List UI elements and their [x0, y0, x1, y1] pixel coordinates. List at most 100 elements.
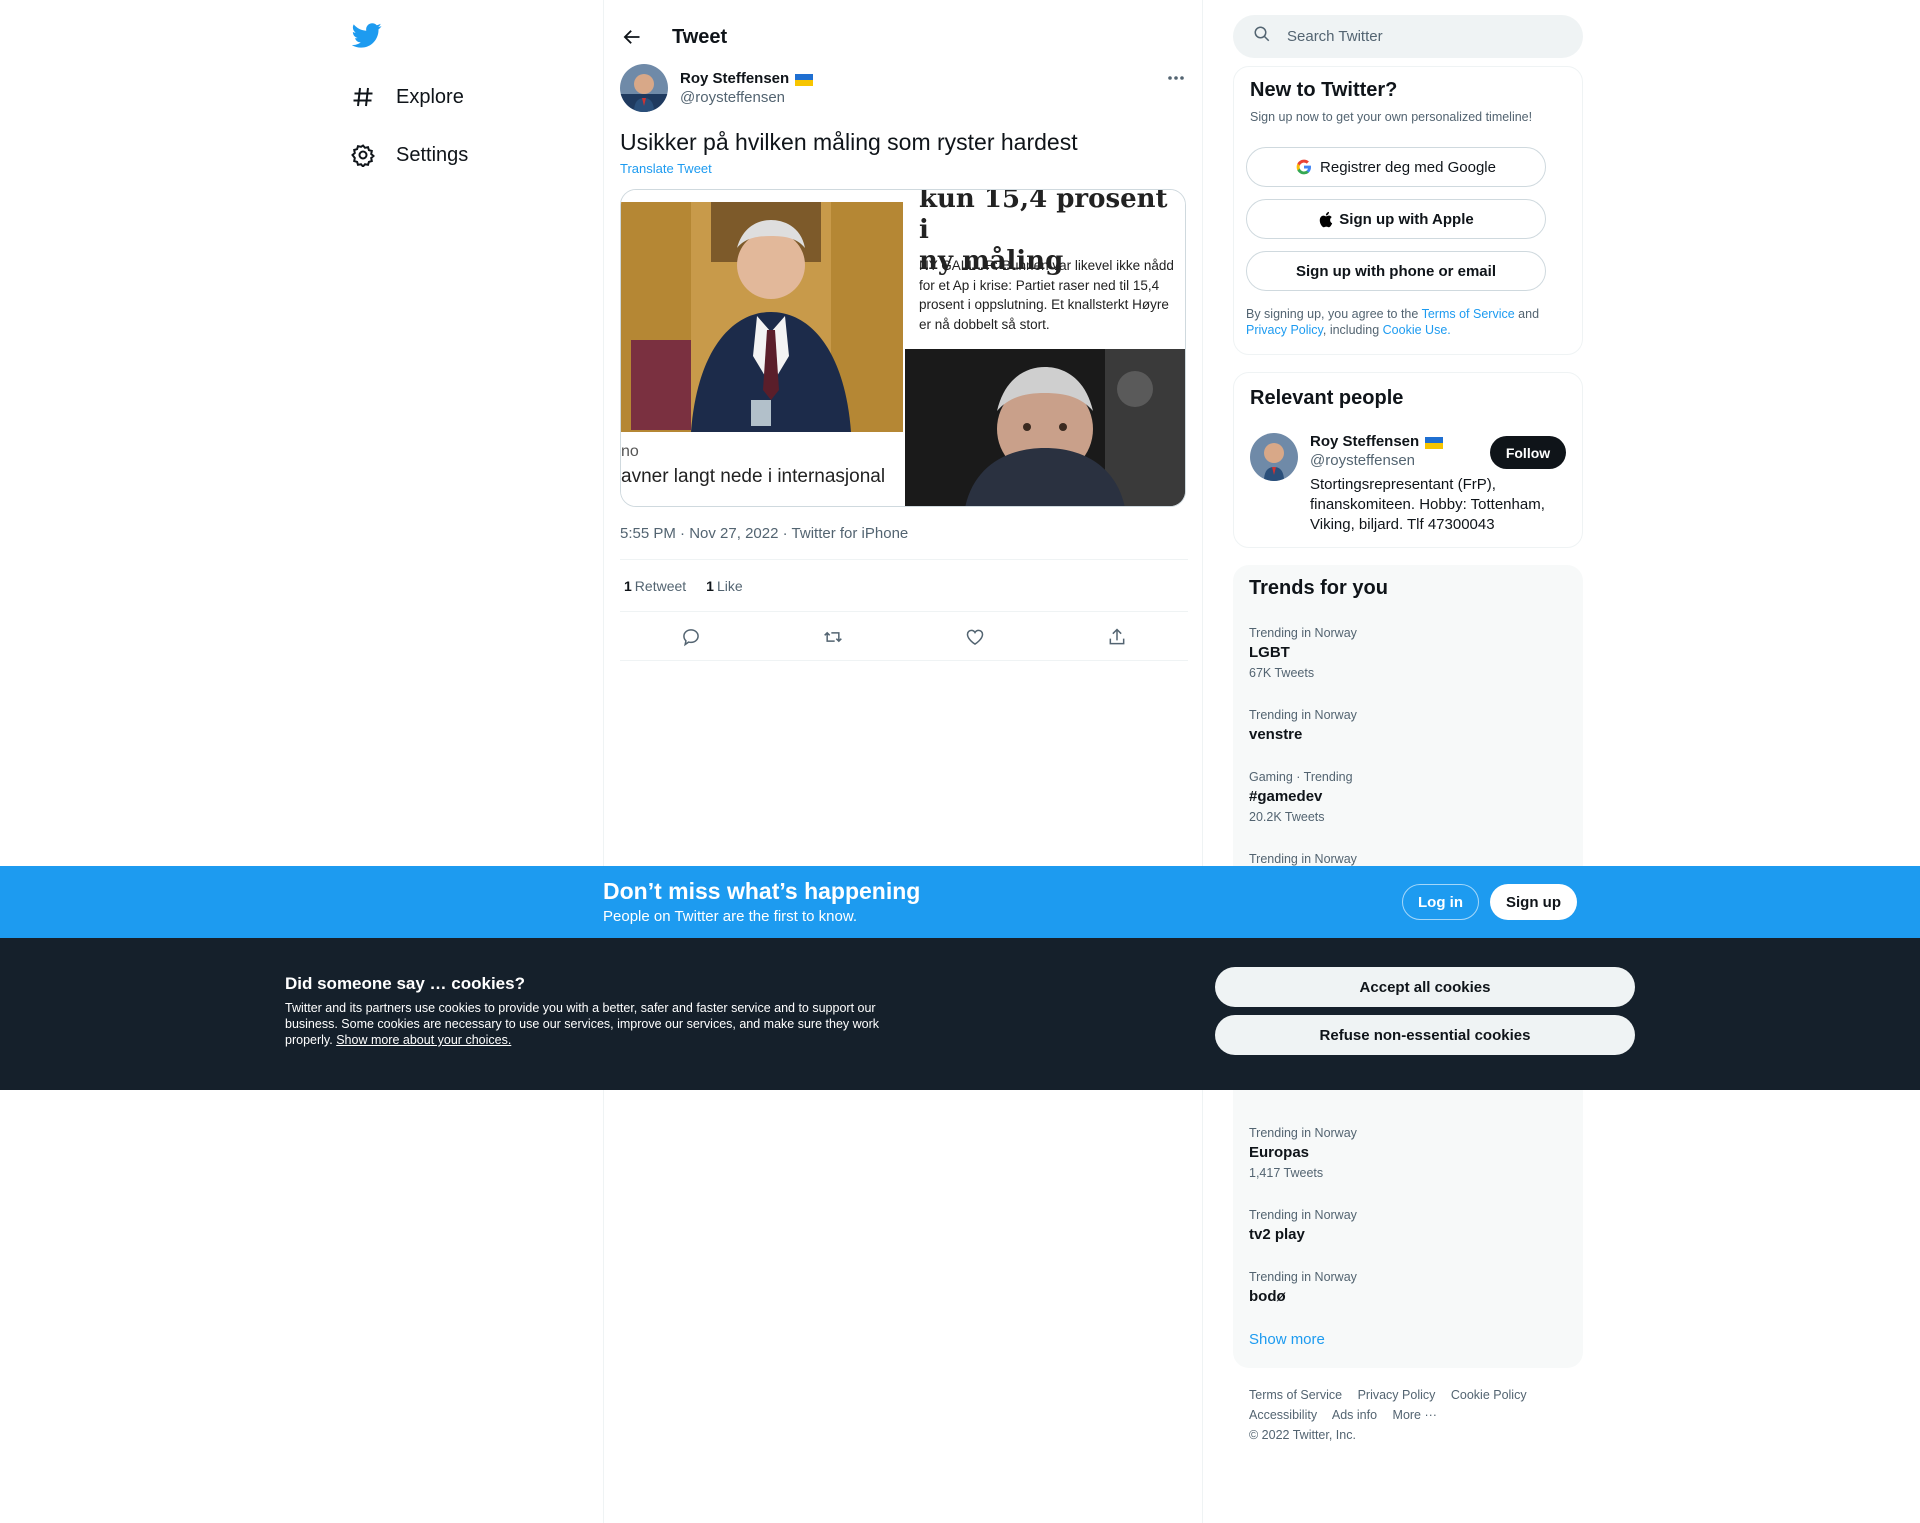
terms-of-service-link[interactable]: Terms of Service [1422, 307, 1515, 321]
translate-tweet-link[interactable]: Translate Tweet [620, 161, 712, 176]
nav-item-settings[interactable]: Settings [350, 135, 468, 175]
cookie-title: Did someone say … cookies? [285, 974, 525, 993]
show-more-link[interactable]: Show more [1249, 1331, 1325, 1348]
trend-count: 1,417 Tweets [1249, 1166, 1324, 1180]
author-handle[interactable]: @roysteffensen [680, 89, 813, 106]
media-image-left[interactable]: no avner langt nede i internasjonal [621, 190, 903, 506]
nav-item-explore[interactable]: Explore [350, 77, 464, 117]
nav-label-explore: Explore [396, 85, 464, 108]
google-signup-button[interactable]: Registrer deg med Google [1246, 147, 1546, 187]
tweet-stats: 1 Retweet 1 Like [624, 578, 743, 594]
tweet-meta: 5:55 PM · Nov 27, 2022 · Twitter for iPh… [620, 525, 909, 542]
footer-link-cookie[interactable]: Cookie Policy [1451, 1388, 1527, 1402]
apple-icon [1318, 211, 1333, 228]
search-input[interactable] [1287, 28, 1547, 45]
trend-count: 67K Tweets [1249, 666, 1315, 680]
google-icon [1296, 159, 1312, 175]
signup-terms: By signing up, you agree to the Terms of… [1246, 307, 1540, 337]
refuse-cookies-button[interactable]: Refuse non-essential cookies [1215, 1015, 1635, 1055]
avatar[interactable] [1250, 433, 1298, 481]
trend-item[interactable]: Trending in Norway Europas 1,417 Tweets [1249, 1126, 1357, 1180]
trend-context: Trending in Norway [1249, 1270, 1357, 1284]
trend-context: Trending in Norway [1249, 626, 1357, 640]
footer-link-terms[interactable]: Terms of Service [1249, 1388, 1342, 1402]
accept-cookies-button[interactable]: Accept all cookies [1215, 967, 1635, 1007]
divider [620, 559, 1188, 560]
phone-email-signup-button[interactable]: Sign up with phone or email [1246, 251, 1546, 291]
tweet-time[interactable]: 5:55 PM [620, 525, 676, 542]
trend-item[interactable]: Gaming · Trending #gamedev 20.2K Tweets [1249, 770, 1353, 824]
twitter-logo-icon[interactable] [351, 20, 382, 50]
gear-icon [350, 142, 376, 168]
cookie-choices-link[interactable]: Show more about your choices. [336, 1033, 511, 1047]
copyright: © 2022 Twitter, Inc. [1249, 1428, 1356, 1442]
tweet-column: Tweet Roy Steffensen @roysteffensen Usik [603, 0, 1203, 1523]
person-bio: Stortingsrepresentant (FrP), finanskomit… [1310, 476, 1545, 533]
nav-label-settings: Settings [396, 143, 469, 166]
trend-name: bodø [1249, 1288, 1286, 1305]
media-body-text: NY GALLUP: Bunnen var likevel ikke nådd … [919, 258, 1174, 332]
trend-context: Trending in Norway [1249, 1208, 1357, 1222]
media-image-right[interactable]: kun 15,4 prosent i ny måling NY GALLUP: … [905, 190, 1185, 506]
footer-link-accessibility[interactable]: Accessibility [1249, 1408, 1317, 1422]
apple-signup-button[interactable]: Sign up with Apple [1246, 199, 1546, 239]
new-to-twitter-card: New to Twitter? Sign up now to get your … [1233, 66, 1583, 355]
divider [620, 660, 1188, 661]
card-subtitle: Sign up now to get your own personalized… [1250, 110, 1533, 124]
trend-name: #gamedev [1249, 788, 1323, 805]
back-arrow-icon[interactable] [620, 25, 644, 49]
search-bar[interactable] [1233, 15, 1583, 58]
card-title: New to Twitter? [1250, 79, 1398, 101]
share-icon[interactable] [1100, 620, 1134, 654]
media-caption-line: avner langt nede i internasjonal [621, 466, 886, 487]
signup-button[interactable]: Sign up [1490, 884, 1577, 920]
footer-link-privacy[interactable]: Privacy Policy [1358, 1388, 1436, 1402]
tweet-source: Twitter for iPhone [791, 525, 909, 542]
apple-signup-label: Sign up with Apple [1339, 210, 1474, 228]
relevant-people-card: Relevant people Roy Steffensen @roysteff… [1233, 372, 1583, 548]
like-heart-icon[interactable] [958, 620, 992, 654]
avatar[interactable] [620, 64, 668, 112]
reply-icon[interactable] [674, 620, 708, 654]
ukraine-flag-icon [795, 73, 814, 86]
tweet-header: Tweet [620, 20, 727, 54]
divider [620, 611, 1188, 612]
footer-link-more[interactable]: More ··· [1393, 1408, 1437, 1422]
promo-title: Don’t miss what’s happening [603, 878, 921, 904]
google-signup-label: Registrer deg med Google [1320, 158, 1496, 176]
tweet-date[interactable]: Nov 27, 2022 [689, 525, 778, 542]
trend-item[interactable]: Trending in Norway [1249, 852, 1357, 866]
trend-name: venstre [1249, 726, 1303, 743]
trend-item[interactable]: Trending in Norway LGBT 67K Tweets [1249, 626, 1357, 680]
media-caption-small: no [621, 443, 639, 460]
trend-context: Trending in Norway [1249, 708, 1357, 722]
cookie-use-link[interactable]: Cookie Use. [1383, 323, 1451, 337]
tweet-media[interactable]: no avner langt nede i internasjonal kun … [620, 189, 1186, 507]
trend-item[interactable]: Trending in Norway bodø [1249, 1270, 1357, 1305]
footer: Terms of Service Privacy Policy Cookie P… [1249, 1385, 1569, 1445]
trend-item[interactable]: Trending in Norway tv2 play [1249, 1208, 1357, 1243]
trend-context: Trending in Norway [1249, 1126, 1357, 1140]
more-options-icon[interactable] [1164, 68, 1188, 88]
trend-name: tv2 play [1249, 1226, 1305, 1243]
ukraine-flag-icon [1425, 436, 1444, 449]
trend-item[interactable]: Trending in Norway venstre [1249, 708, 1357, 743]
follow-button[interactable]: Follow [1490, 436, 1566, 469]
tweet-text: Usikker på hvilken måling som ryster har… [620, 129, 1078, 155]
cookie-banner: Did someone say … cookies? Twitter and i… [0, 938, 1920, 1090]
retweets-stat[interactable]: 1 Retweet [624, 578, 686, 594]
person-name[interactable]: Roy Steffensen [1310, 433, 1419, 450]
phone-signup-label: Sign up with phone or email [1295, 262, 1496, 280]
trend-context: Trending in Norway [1249, 852, 1357, 866]
likes-stat[interactable]: 1 Like [706, 578, 742, 594]
privacy-policy-link[interactable]: Privacy Policy [1246, 323, 1323, 337]
card-title: Trends for you [1249, 577, 1388, 599]
promo-subtitle: People on Twitter are the first to know. [603, 908, 858, 925]
footer-link-ads[interactable]: Ads info [1332, 1408, 1377, 1422]
login-button[interactable]: Log in [1402, 884, 1479, 920]
trend-name: Europas [1249, 1144, 1310, 1161]
search-icon [1253, 25, 1271, 48]
author-name[interactable]: Roy Steffensen [680, 70, 789, 87]
tweet-author: Roy Steffensen @roysteffensen [620, 64, 814, 112]
retweet-icon[interactable] [816, 620, 850, 654]
